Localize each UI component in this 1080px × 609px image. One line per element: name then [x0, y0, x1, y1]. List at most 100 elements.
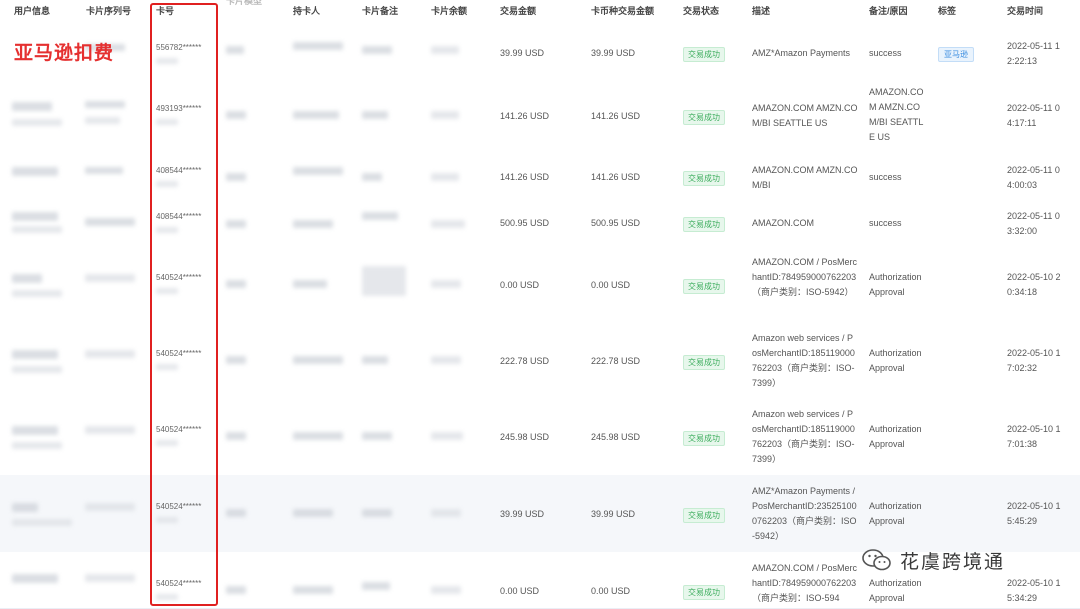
- tx-description: AMAZON.COM AMZN.COM/BI SEATTLE US: [752, 103, 858, 128]
- redacted-serial: [85, 101, 125, 108]
- redacted-user: [12, 426, 58, 435]
- header-card-balance[interactable]: 卡片余额: [431, 0, 467, 32]
- status-badge: 交易成功: [683, 279, 725, 294]
- tx-description: AMAZON.COM / PosMerchantID:7849590007622…: [752, 563, 858, 603]
- redacted-user: [12, 274, 42, 283]
- tx-amount: 500.95 USD: [500, 218, 550, 228]
- redacted-balance: [431, 280, 461, 288]
- redacted-serial: [85, 503, 135, 511]
- redacted-card-tail: [156, 440, 178, 446]
- header-card-serial[interactable]: 卡片序列号: [86, 0, 131, 32]
- header-description[interactable]: 描述: [752, 0, 770, 32]
- card-currency-amount: 500.95 USD: [591, 218, 641, 228]
- redacted-holder: [293, 167, 343, 175]
- redacted-holder: [293, 220, 333, 228]
- redacted-note: [362, 356, 388, 364]
- header-tx-time[interactable]: 交易时间: [1007, 0, 1043, 32]
- card-currency-amount: 141.26 USD: [591, 111, 641, 121]
- card-number: 540524******: [156, 579, 202, 588]
- card-number: 493193******: [156, 104, 202, 113]
- tx-description: AMAZON.COM: [752, 218, 814, 228]
- redacted-note: [362, 46, 392, 54]
- table-row[interactable]: 540524****** 39.99 USD 39.99 USD 交易成功 AM…: [0, 475, 1080, 553]
- tx-time: 2022-05-10 17:01:38: [1007, 424, 1061, 449]
- card-number: 540524******: [156, 273, 202, 282]
- tx-remark: success: [869, 218, 902, 228]
- redacted-user-2: [12, 226, 62, 233]
- redacted-note: [362, 266, 406, 296]
- redacted-user: [12, 350, 58, 359]
- tx-description: AMAZON.COM / PosMerchantID:7849590007622…: [752, 257, 858, 297]
- table-row[interactable]: 540524****** 222.78 USD 222.78 USD 交易成功 …: [0, 322, 1080, 399]
- card-currency-amount: 141.26 USD: [591, 172, 641, 182]
- table-row[interactable]: 540524****** 0.00 USD 0.00 USD 交易成功 AMAZ…: [0, 246, 1080, 323]
- table-row[interactable]: 540524****** 245.98 USD 245.98 USD 交易成功 …: [0, 398, 1080, 476]
- redacted-holder: [293, 42, 343, 50]
- redacted-balance: [431, 173, 459, 181]
- redacted-serial: [85, 350, 135, 358]
- redacted-user: [12, 503, 38, 512]
- header-user-info[interactable]: 用户信息: [14, 0, 50, 32]
- card-currency-amount: 39.99 USD: [591, 48, 636, 58]
- redacted-balance: [431, 432, 463, 440]
- header-remark[interactable]: 备注/原因: [869, 0, 908, 32]
- tx-description: AMAZON.COM AMZN.COM/BI: [752, 165, 858, 190]
- card-number: 540524******: [156, 502, 202, 511]
- redacted-user: [12, 102, 52, 111]
- header-card-currency-amount[interactable]: 卡币种交易金额: [591, 0, 654, 32]
- redacted-serial: [85, 274, 135, 282]
- redacted-model: [226, 173, 246, 181]
- table-row[interactable]: 493193****** 141.26 USD 141.26 USD 交易成功 …: [0, 77, 1080, 154]
- redacted-model: [226, 356, 246, 364]
- tx-remark: Authorization Approval: [869, 348, 922, 373]
- redacted-user: [12, 167, 58, 176]
- header-card-note[interactable]: 卡片备注: [362, 0, 398, 32]
- redacted-card-tail: [156, 119, 178, 125]
- redacted-card-tail: [156, 517, 178, 523]
- redacted-user: [12, 574, 58, 583]
- status-badge: 交易成功: [683, 355, 725, 370]
- card-currency-amount: 0.00 USD: [591, 280, 631, 290]
- tx-time: 2022-05-10 17:02:32: [1007, 348, 1061, 373]
- table-row[interactable]: 556782****** 39.99 USD 39.99 USD 交易成功 AM…: [0, 32, 1080, 78]
- tag-badge[interactable]: 亚马逊: [938, 47, 974, 62]
- table-row[interactable]: 408544****** 141.26 USD 141.26 USD 交易成功 …: [0, 153, 1080, 201]
- redacted-user-2: [12, 290, 62, 297]
- card-currency-amount: 39.99 USD: [591, 509, 636, 519]
- redacted-model: [226, 586, 246, 594]
- tx-time: 2022-05-10 20:34:18: [1007, 272, 1061, 297]
- header-card-model[interactable]: 卡片模型: [226, 0, 262, 22]
- header-holder[interactable]: 持卡人: [293, 0, 320, 32]
- overlay-title: 亚马逊扣费: [14, 43, 115, 64]
- redacted-balance: [431, 220, 465, 228]
- redacted-card-tail: [156, 288, 178, 294]
- tx-remark: Authorization Approval: [869, 578, 922, 603]
- redacted-user-2: [12, 366, 62, 373]
- redacted-serial-2: [85, 117, 120, 124]
- status-badge: 交易成功: [683, 431, 725, 446]
- tx-time: 2022-05-11 04:00:03: [1007, 165, 1060, 190]
- status-badge: 交易成功: [683, 585, 725, 600]
- redacted-holder: [293, 280, 327, 288]
- header-tx-amount[interactable]: 交易金额: [500, 0, 536, 32]
- tx-amount: 141.26 USD: [500, 111, 550, 121]
- header-tx-status[interactable]: 交易状态: [683, 0, 719, 32]
- redacted-user-2: [12, 519, 72, 526]
- card-currency-amount: 0.00 USD: [591, 586, 631, 596]
- redacted-note: [362, 432, 392, 440]
- redacted-card-tail: [156, 364, 178, 370]
- tx-description: Amazon web services / PosMerchantID:1851…: [752, 333, 855, 388]
- redacted-serial: [85, 167, 123, 174]
- tx-amount: 222.78 USD: [500, 356, 550, 366]
- redacted-card-tail: [156, 58, 178, 64]
- header-tag[interactable]: 标签: [938, 0, 956, 32]
- tx-amount: 141.26 USD: [500, 172, 550, 182]
- card-number: 556782******: [156, 43, 202, 52]
- header-card-no[interactable]: 卡号: [156, 0, 174, 32]
- table-row[interactable]: 408544****** 500.95 USD 500.95 USD 交易成功 …: [0, 200, 1080, 247]
- card-currency-amount: 245.98 USD: [591, 432, 641, 442]
- tx-description: Amazon web services / PosMerchantID:1851…: [752, 409, 855, 464]
- card-number: 540524******: [156, 349, 202, 358]
- tx-time: 2022-05-11 03:32:00: [1007, 211, 1060, 236]
- tx-remark: success: [869, 48, 902, 58]
